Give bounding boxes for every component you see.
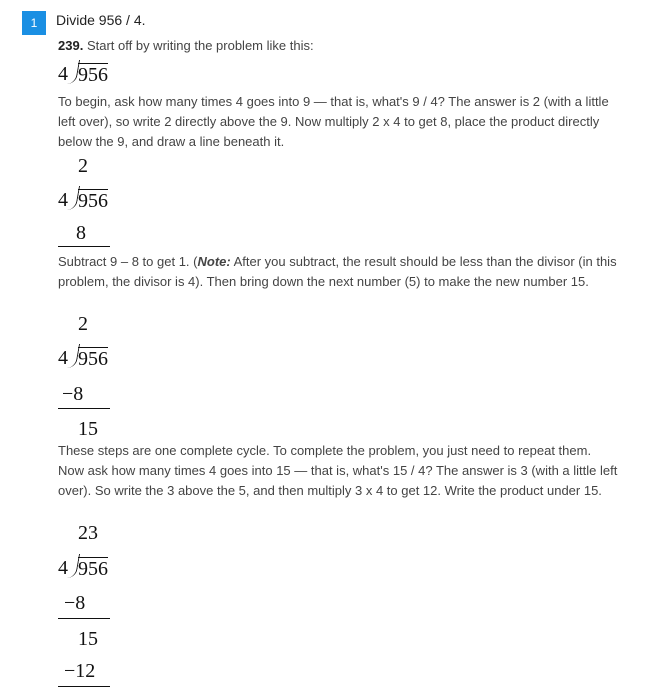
step1-explanation: To begin, ask how many times 4 goes into… [58, 94, 609, 149]
step2-text-start: Subtract 9 – 8 to get 1. ( [58, 254, 198, 269]
dividend: 956 [78, 63, 108, 86]
subtraction-line [58, 686, 110, 687]
dividend: 956 [78, 557, 108, 580]
step3-explanation: These steps are one complete cycle. To c… [58, 443, 618, 498]
subtraction-line [58, 408, 110, 409]
question-title: Divide 956 / 4. [56, 12, 146, 28]
subtraction-line [58, 246, 110, 247]
intro-sentence: Start off by writing the problem like th… [86, 38, 314, 53]
step3-product-1: −8 [64, 592, 86, 614]
intro-text: 239. Start off by writing the problem li… [58, 36, 618, 56]
dividend: 956 [78, 347, 108, 370]
subtraction-line [58, 618, 110, 619]
step2-product: −8 [62, 383, 84, 405]
solution-number: 239. [58, 38, 84, 53]
step2-result: 15 [78, 418, 98, 440]
step3-quotient: 23 [78, 522, 98, 544]
step1-product: 8 [76, 222, 86, 244]
step1-quotient: 2 [78, 155, 88, 177]
question-number-badge: 1 [22, 11, 46, 35]
dividend: 956 [78, 189, 108, 212]
step2-explanation: Subtract 9 – 8 to get 1. (Note: After yo… [58, 252, 618, 292]
step2-quotient: 2 [78, 313, 88, 335]
note-label: Note: [197, 254, 231, 269]
step3-result-1: 15 [78, 628, 98, 650]
step3-product-2: −12 [64, 660, 96, 682]
